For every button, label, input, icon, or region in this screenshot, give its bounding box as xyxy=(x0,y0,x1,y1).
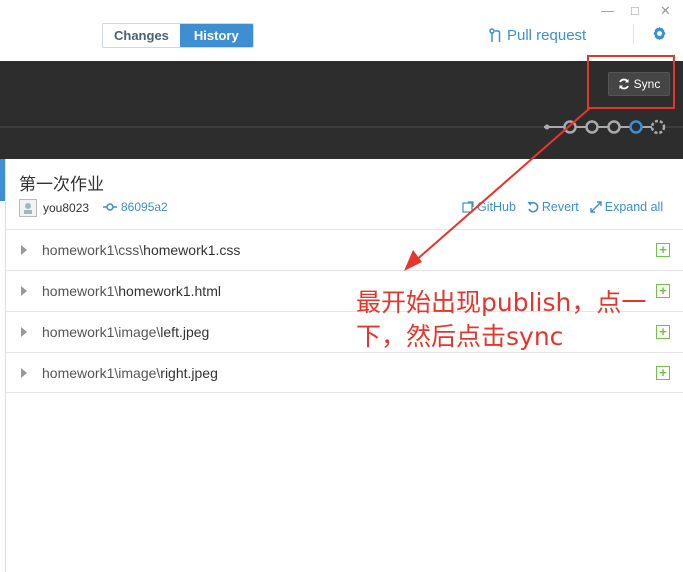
file-name: right.jpeg xyxy=(160,365,218,381)
toolbar-divider xyxy=(633,24,634,44)
file-path: homework1\image\left.jpeg xyxy=(42,324,209,340)
pull-request-label: Pull request xyxy=(507,27,587,44)
commit-sha-link[interactable]: 86095a2 xyxy=(103,200,168,214)
expand-all-label: Expand all xyxy=(604,200,664,214)
expand-triangle-icon[interactable] xyxy=(21,327,27,337)
revert-icon xyxy=(527,201,539,213)
minimize-button[interactable]: — xyxy=(601,3,614,18)
file-name: left.jpeg xyxy=(160,324,210,340)
expand-icon xyxy=(590,201,602,213)
annotation-highlight-box xyxy=(587,55,675,109)
expand-triangle-icon[interactable] xyxy=(21,245,27,255)
commit-actions: GitHub Revert Expand all xyxy=(462,200,663,214)
added-file-icon: + xyxy=(656,243,670,257)
pull-request-button[interactable]: Pull request xyxy=(489,27,586,44)
avatar xyxy=(19,199,37,217)
file-name: homework1.css xyxy=(143,242,241,258)
close-button[interactable]: ✕ xyxy=(660,3,671,19)
annotation-line-2: 下，然后点击sync xyxy=(356,322,564,351)
added-file-icon: + xyxy=(656,366,670,380)
github-label: GitHub xyxy=(477,200,516,214)
commit-title: 第一次作业 xyxy=(19,175,104,194)
expand-triangle-icon[interactable] xyxy=(21,286,27,296)
commit-icon xyxy=(103,203,117,211)
file-name: homework1.html xyxy=(118,283,221,299)
commit-timeline[interactable] xyxy=(542,117,672,137)
file-dir: homework1\css\ xyxy=(42,242,144,258)
annotation-text: 最开始出现publish，点一 下，然后点击sync xyxy=(356,286,683,354)
file-dir: homework1\ xyxy=(42,283,119,299)
commit-author: you8023 xyxy=(19,199,89,217)
expand-all-button[interactable]: Expand all xyxy=(590,200,663,214)
open-on-github-button[interactable]: GitHub xyxy=(462,200,516,214)
file-path: homework1\css\homework1.css xyxy=(42,242,240,258)
author-name: you8023 xyxy=(43,201,90,215)
revert-label: Revert xyxy=(541,200,579,214)
gear-icon[interactable] xyxy=(652,26,667,41)
file-path: homework1\image\right.jpeg xyxy=(42,365,218,381)
tab-history[interactable]: History xyxy=(179,24,253,47)
list-item[interactable]: homework1\css\homework1.css + xyxy=(6,229,683,270)
expand-triangle-icon[interactable] xyxy=(21,368,27,378)
maximize-button[interactable]: □ xyxy=(631,3,639,18)
file-path: homework1\homework1.html xyxy=(42,283,221,299)
external-link-icon xyxy=(462,201,474,213)
file-dir: homework1\image\ xyxy=(42,324,161,340)
file-dir: homework1\image\ xyxy=(42,365,161,381)
view-switcher: Changes History xyxy=(102,23,254,48)
selected-commit-marker xyxy=(0,159,5,201)
revert-button[interactable]: Revert xyxy=(527,200,579,214)
app-header: Changes History Pull request — □ ✕ xyxy=(0,0,683,61)
annotation-line-1: 最开始出现publish，点一 xyxy=(356,288,647,317)
commit-sha: 86095a2 xyxy=(121,200,168,214)
git-pull-request-icon xyxy=(489,28,501,42)
repo-toolbar xyxy=(0,61,683,159)
list-item[interactable]: homework1\image\right.jpeg + xyxy=(6,352,683,393)
tab-changes[interactable]: Changes xyxy=(103,24,180,47)
